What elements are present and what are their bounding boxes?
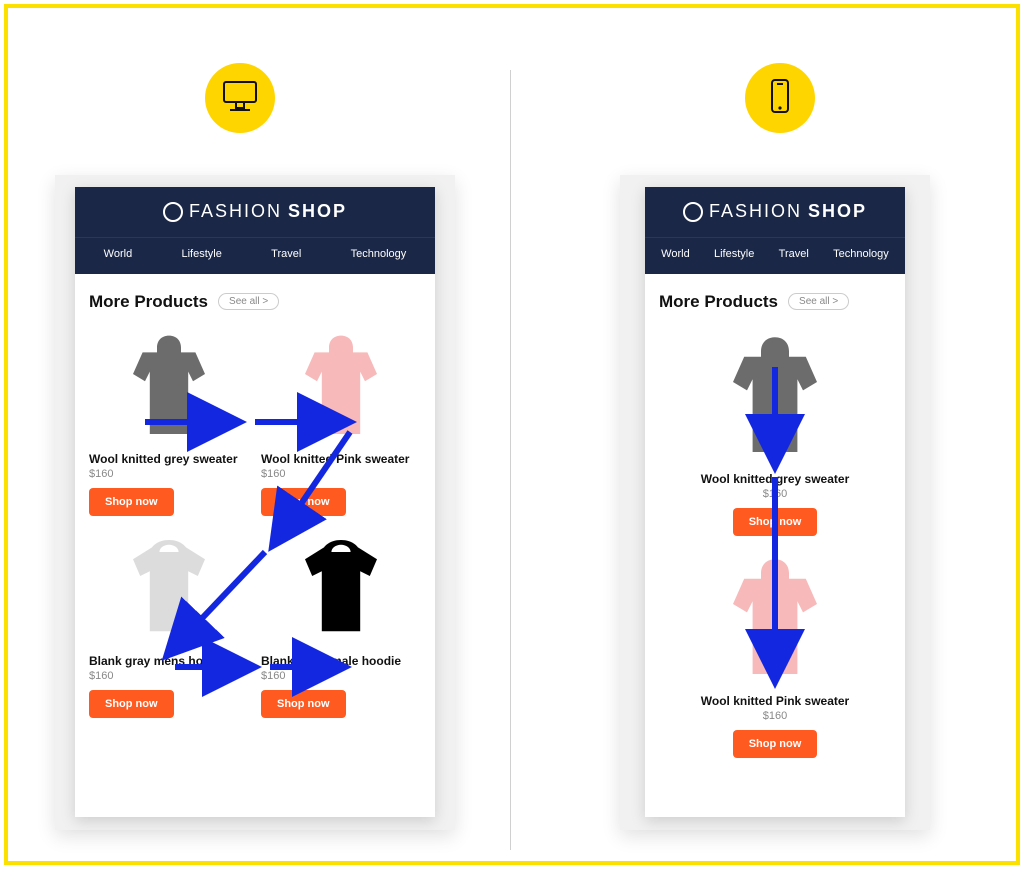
product-name: Blank gray mens hoodie — [89, 654, 249, 668]
brand-thin: FASHION — [189, 201, 282, 222]
product-thumb — [281, 528, 401, 648]
header: FASHION SHOP — [75, 187, 435, 237]
brand-logo: FASHION SHOP — [163, 201, 347, 222]
product-name: Blank black male hoodie — [261, 654, 421, 668]
product-name: Wool knitted Pink sweater — [261, 452, 421, 466]
product-card: Wool knitted Pink sweater $160 Shop now — [653, 542, 897, 764]
product-card: Blank gray mens hoodie $160 Shop now — [83, 522, 255, 724]
see-all-button[interactable]: See all > — [788, 293, 849, 310]
nav-bar: World Lifestyle Travel Technology — [645, 237, 905, 274]
product-name: Wool knitted grey sweater — [659, 472, 891, 486]
section-header: More Products See all > — [75, 274, 435, 320]
nav-item-technology[interactable]: Technology — [351, 248, 407, 260]
mobile-device-badge — [745, 63, 815, 133]
product-name: Wool knitted grey sweater — [89, 452, 249, 466]
product-price: $160 — [89, 670, 249, 682]
hanger-icon — [163, 202, 183, 222]
see-all-button[interactable]: See all > — [218, 293, 279, 310]
shop-now-button[interactable]: Shop now — [733, 508, 818, 536]
brand-bold: SHOP — [288, 201, 347, 222]
nav-item-lifestyle[interactable]: Lifestyle — [182, 248, 222, 260]
desktop-device-badge — [205, 63, 275, 133]
nav-item-lifestyle[interactable]: Lifestyle — [714, 248, 754, 260]
nav-item-technology[interactable]: Technology — [833, 248, 889, 260]
product-price: $160 — [261, 468, 421, 480]
product-card: Wool knitted Pink sweater $160 Shop now — [255, 320, 427, 522]
nav-item-world[interactable]: World — [104, 248, 133, 260]
brand-logo: FASHION SHOP — [683, 201, 867, 222]
nav-item-world[interactable]: World — [661, 248, 690, 260]
product-price: $160 — [659, 488, 891, 500]
nav-bar: World Lifestyle Travel Technology — [75, 237, 435, 274]
desktop-panel: FASHION SHOP World Lifestyle Travel Techn… — [55, 175, 455, 830]
vertical-divider — [510, 70, 511, 850]
hanger-icon — [683, 202, 703, 222]
header: FASHION SHOP — [645, 187, 905, 237]
product-price: $160 — [261, 670, 421, 682]
product-thumb — [109, 528, 229, 648]
mobile-panel: FASHION SHOP World Lifestyle Travel Techn… — [620, 175, 930, 830]
desktop-card: FASHION SHOP World Lifestyle Travel Techn… — [75, 187, 435, 817]
shop-now-button[interactable]: Shop now — [89, 488, 174, 516]
product-card: Wool knitted grey sweater $160 Shop now — [653, 320, 897, 542]
product-price: $160 — [89, 468, 249, 480]
shop-now-button[interactable]: Shop now — [261, 690, 346, 718]
shop-now-button[interactable]: Shop now — [261, 488, 346, 516]
product-thumb — [705, 548, 845, 688]
brand-bold: SHOP — [808, 201, 867, 222]
section-header: More Products See all > — [645, 274, 905, 320]
brand-thin: FASHION — [709, 201, 802, 222]
product-grid: Wool knitted grey sweater $160 Shop now … — [75, 320, 435, 724]
product-card: Blank black male hoodie $160 Shop now — [255, 522, 427, 724]
product-list: Wool knitted grey sweater $160 Shop now … — [645, 320, 905, 764]
shop-now-button[interactable]: Shop now — [89, 690, 174, 718]
monitor-icon — [220, 76, 260, 121]
product-thumb — [705, 326, 845, 466]
product-card: Wool knitted grey sweater $160 Shop now — [83, 320, 255, 522]
section-title: More Products — [89, 292, 208, 312]
product-thumb — [281, 326, 401, 446]
nav-item-travel[interactable]: Travel — [271, 248, 301, 260]
shop-now-button[interactable]: Shop now — [733, 730, 818, 758]
nav-item-travel[interactable]: Travel — [779, 248, 809, 260]
mobile-card: FASHION SHOP World Lifestyle Travel Techn… — [645, 187, 905, 817]
product-price: $160 — [659, 710, 891, 722]
product-name: Wool knitted Pink sweater — [659, 694, 891, 708]
section-title: More Products — [659, 292, 778, 312]
phone-icon — [760, 76, 800, 121]
product-thumb — [109, 326, 229, 446]
